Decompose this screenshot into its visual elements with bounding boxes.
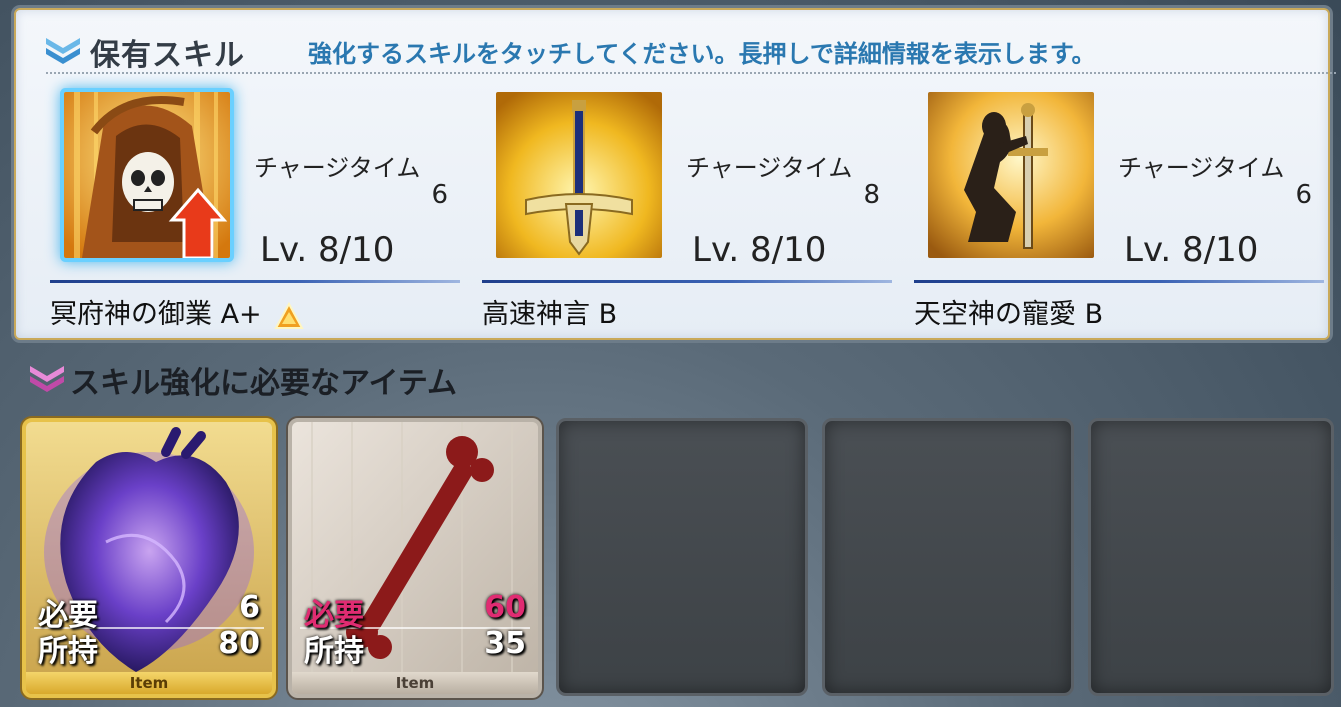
skill-level: Lv. 8/10 <box>1124 230 1259 270</box>
skill-slot-1[interactable]: チャージタイム 6 Lv. 8/10 冥府神の御業 A+ <box>50 92 474 332</box>
required-count: 60 <box>484 590 526 625</box>
skill-divider <box>914 280 1324 283</box>
items-panel-title: スキル強化に必要なアイテム <box>70 366 457 401</box>
instruction-text: 強化するスキルをタッチしてください。長押しで詳細情報を表示します。 <box>308 40 1096 68</box>
skill-slot-2[interactable]: チャージタイム 8 Lv. 8/10 高速神言 B <box>482 92 906 332</box>
skill-level: Lv. 8/10 <box>692 230 827 270</box>
owned-count: 35 <box>484 626 526 661</box>
item-tag: Item <box>26 672 272 694</box>
item-tag: Item <box>292 672 538 694</box>
skill-name: 高速神言 B <box>482 292 617 331</box>
skill-name-text: 天空神の寵愛 B <box>914 299 1104 330</box>
sword-icon[interactable] <box>496 92 662 258</box>
item-card-red-bone[interactable]: 必要 60 所持 35 Item <box>288 418 542 698</box>
skill-name: 天空神の寵愛 B <box>914 292 1103 331</box>
skill-name-text: 高速神言 B <box>482 299 618 330</box>
empty-item-slot <box>822 418 1074 696</box>
charge-time-label: チャージタイム <box>686 154 853 182</box>
charge-time-label: チャージタイム <box>254 154 421 182</box>
charge-time-value: 6 <box>1295 180 1312 210</box>
owned-label: 所持 <box>38 634 98 669</box>
kneeling-knight-icon[interactable] <box>928 92 1094 258</box>
item-card-purple-heart[interactable]: 必要 6 所持 80 Item <box>22 418 276 698</box>
charge-time-value: 8 <box>863 180 880 210</box>
empty-item-slot <box>1088 418 1334 696</box>
skill-panel: 保有スキル 強化するスキルをタッチしてください。長押しで詳細情報を表示します。 <box>14 8 1336 340</box>
required-count: 6 <box>239 590 260 625</box>
owned-count: 80 <box>218 626 260 661</box>
empty-item-slot <box>556 418 808 696</box>
charge-time-label: チャージタイム <box>1118 154 1285 182</box>
skill-divider <box>482 280 892 283</box>
skill-panel-header: 保有スキル 強化するスキルをタッチしてください。長押しで詳細情報を表示します。 <box>46 26 1336 74</box>
skill-name-text: 冥府神の御業 A+ <box>50 299 262 330</box>
skill-name: 冥府神の御業 A+ <box>50 292 304 331</box>
reaper-skull-icon[interactable] <box>64 92 230 258</box>
charge-time-value: 6 <box>431 180 448 210</box>
skill-slot-3[interactable]: チャージタイム 6 Lv. 8/10 天空神の寵愛 B <box>914 92 1338 332</box>
rank-up-icon <box>274 301 304 329</box>
skill-divider <box>50 280 460 283</box>
chevron-down-icon <box>46 38 80 64</box>
owned-label: 所持 <box>304 634 364 669</box>
skill-level: Lv. 8/10 <box>260 230 395 270</box>
chevron-down-icon <box>30 366 64 392</box>
skill-panel-title: 保有スキル <box>90 38 245 73</box>
